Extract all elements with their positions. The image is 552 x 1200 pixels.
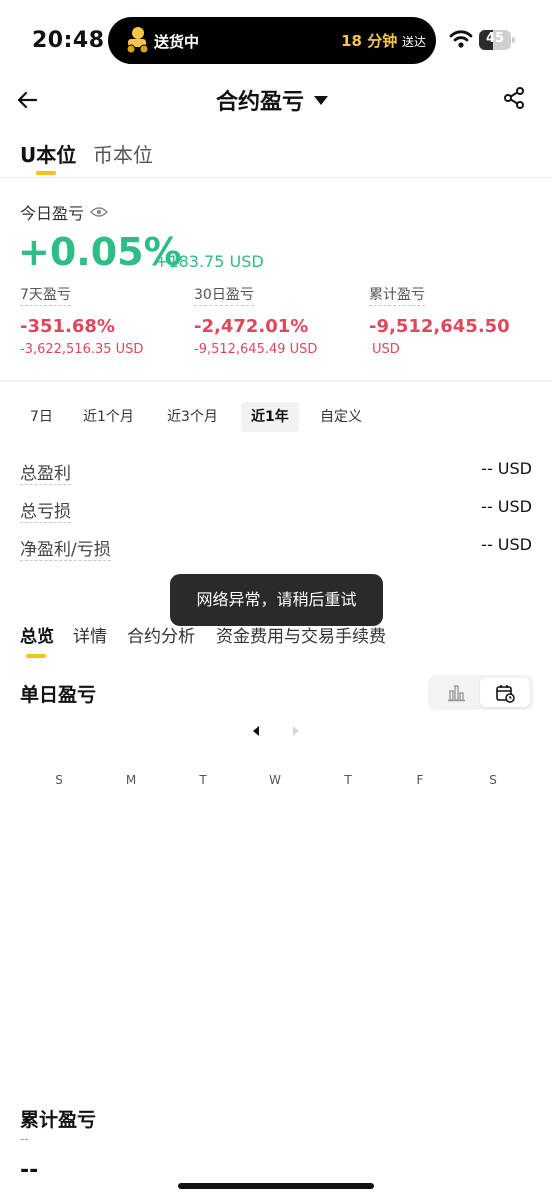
cumulative-pnl-title: 累计盈亏 xyxy=(20,1109,97,1131)
section-divider xyxy=(0,380,552,382)
stat-label[interactable]: 30日盈亏 xyxy=(194,284,254,306)
eta-suffix: 送达 xyxy=(401,35,426,49)
weekday-label: T xyxy=(199,773,207,787)
wifi-icon xyxy=(449,30,473,48)
clock: 20:48 xyxy=(32,28,105,53)
eye-icon[interactable] xyxy=(90,206,109,218)
battery-icon: 45 xyxy=(479,30,515,50)
back-arrow-icon[interactable] xyxy=(16,88,40,112)
today-pnl-usd: +183.75 USD xyxy=(155,252,264,271)
share-icon[interactable] xyxy=(502,86,526,110)
unit-tabs: U本位 币本位 xyxy=(0,136,552,178)
today-pnl-label: 今日盈亏 xyxy=(20,204,85,223)
stat-7d: 7天盈亏 -351.68% -3,622,516.35 USD xyxy=(20,284,190,357)
tab-details[interactable]: 详情 xyxy=(73,622,107,647)
bar-chart-view-button[interactable] xyxy=(431,678,481,707)
tab-indicator xyxy=(36,171,56,175)
tab-overview[interactable]: 总览 xyxy=(20,622,54,647)
summary-value: -- USD xyxy=(481,497,532,516)
summary-value: -- USD xyxy=(481,535,532,554)
weekday-label: S xyxy=(55,773,63,787)
prev-month-icon[interactable] xyxy=(250,726,262,736)
period-1m[interactable]: 近1个月 xyxy=(73,402,144,432)
stat-label[interactable]: 累计盈亏 xyxy=(369,284,425,306)
stat-percent: -351.68% xyxy=(20,316,115,337)
stat-usd: -9,512,645.49 USD xyxy=(194,342,318,357)
stat-label[interactable]: 7天盈亏 xyxy=(20,284,71,306)
period-7d[interactable]: 7日 xyxy=(20,402,63,432)
error-toast: 网络异常，请稍后重试 xyxy=(170,574,383,626)
battery-level: 45 xyxy=(485,31,505,46)
delivery-scooter-icon xyxy=(126,27,149,54)
tab-u-margined[interactable]: U本位 xyxy=(20,139,76,168)
calendar-icon xyxy=(496,685,515,703)
next-month-icon[interactable] xyxy=(290,726,302,736)
period-1y[interactable]: 近1年 xyxy=(241,402,299,432)
delivery-eta: 18 分钟 送达 xyxy=(341,30,426,51)
weekday-label: T xyxy=(344,773,352,787)
cumulative-pnl-value: -- xyxy=(20,1158,39,1183)
calendar-view-button[interactable] xyxy=(480,678,530,707)
stat-cumulative: 累计盈亏 -9,512,645.50 USD xyxy=(369,284,539,357)
bar-chart-icon xyxy=(448,685,465,702)
today-pnl-header: 今日盈亏 xyxy=(20,200,109,224)
stat-30d: 30日盈亏 -2,472.01% -9,512,645.49 USD xyxy=(194,284,364,357)
period-3m[interactable]: 近3个月 xyxy=(157,402,228,432)
summary-label[interactable]: 净盈利/亏损 xyxy=(20,535,111,561)
summary-net-pnl: 净盈利/亏损 -- USD xyxy=(20,535,532,561)
stat-percent: -9,512,645.50 xyxy=(369,316,510,337)
eta-minutes: 18 分钟 xyxy=(341,32,398,50)
tab-indicator xyxy=(26,654,46,658)
page-title: 合约盈亏 xyxy=(216,90,305,115)
status-bar: 20:48 送货中 18 分钟 送达 45 xyxy=(0,0,552,80)
weekday-label: M xyxy=(125,773,137,787)
tab-coin-margined[interactable]: 币本位 xyxy=(93,139,153,168)
nav-bar: 合约盈亏 xyxy=(0,80,552,120)
home-indicator xyxy=(178,1183,374,1189)
summary-total-loss: 总亏损 -- USD xyxy=(20,497,532,523)
summary-total-profit: 总盈利 -- USD xyxy=(20,459,532,485)
summary-value: -- USD xyxy=(481,459,532,478)
title-dropdown[interactable]: 合约盈亏 xyxy=(216,84,329,116)
caret-down-icon xyxy=(314,95,329,105)
summary-label[interactable]: 总盈利 xyxy=(20,459,71,485)
weekday-label: S xyxy=(489,773,497,787)
delivery-status: 送货中 xyxy=(154,33,200,51)
view-toggle xyxy=(428,675,533,710)
weekday-label: F xyxy=(416,773,424,787)
cumulative-pnl-sub: -- xyxy=(20,1132,29,1146)
stat-percent: -2,472.01% xyxy=(194,316,309,337)
summary-label[interactable]: 总亏损 xyxy=(20,497,71,523)
stat-usd: USD xyxy=(372,342,400,357)
period-custom[interactable]: 自定义 xyxy=(310,402,372,432)
live-activity-delivery[interactable]: 送货中 18 分钟 送达 xyxy=(108,17,436,64)
daily-pnl-title: 单日盈亏 xyxy=(20,684,97,706)
stat-usd: -3,622,516.35 USD xyxy=(20,342,144,357)
weekday-label: W xyxy=(269,773,281,787)
section-tabs: 总览 详情 合约分析 资金费用与交易手续费 xyxy=(0,622,552,662)
